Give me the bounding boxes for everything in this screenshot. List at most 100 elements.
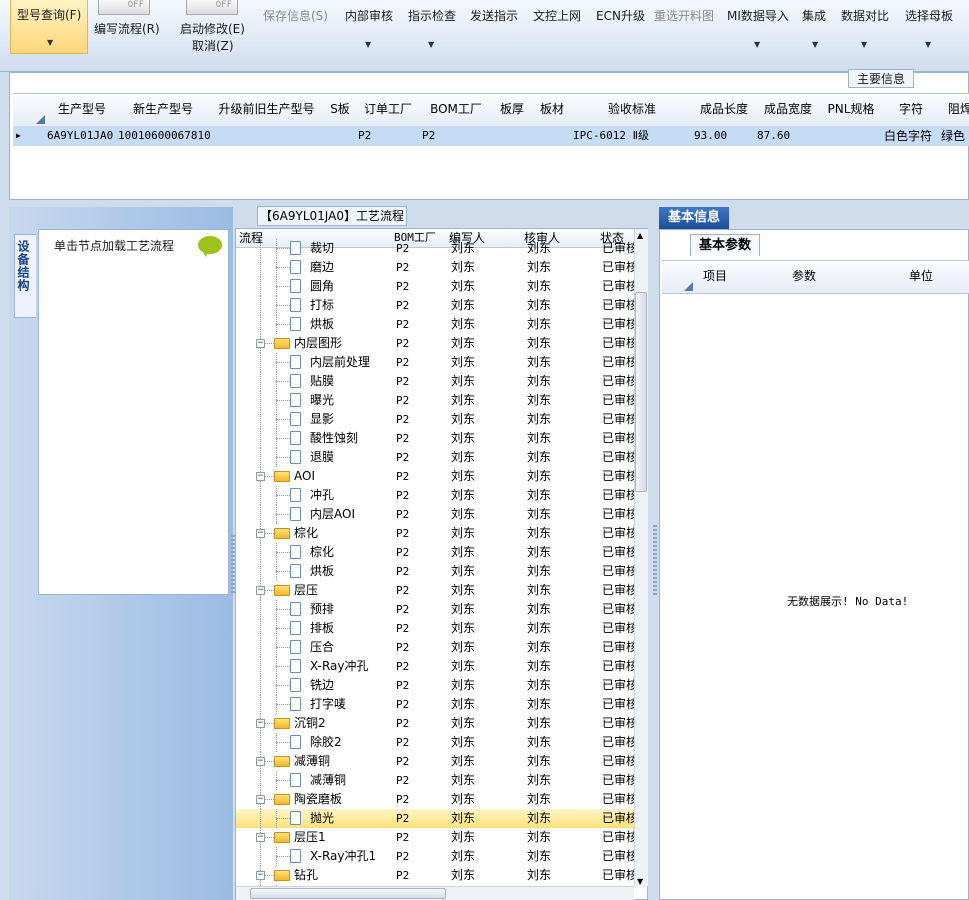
tree-row[interactable]: − AOI P2 刘东 刘东 已审核 (236, 467, 634, 486)
cell-model[interactable]: 6A9YL01JA0 (47, 126, 113, 146)
tree-row[interactable]: 铣边 P2 刘东 刘东 已审核 (236, 676, 634, 695)
cell-width[interactable]: 87.60 (757, 126, 790, 146)
tree-row[interactable]: 内层前处理 P2 刘东 刘东 已审核 (236, 353, 634, 372)
write-flow-button[interactable]: 编写流程(R) (94, 20, 160, 37)
col-header-old-model[interactable]: 升级前旧生产型号 (209, 93, 325, 127)
basic-params-tab[interactable]: 基本参数 (690, 234, 760, 256)
tree-row[interactable]: 烘板 P2 刘东 刘东 已审核 (236, 315, 634, 334)
tree-vertical-scroll-thumb[interactable] (635, 292, 647, 492)
tree-row[interactable]: 内层AOI P2 刘东 刘东 已审核 (236, 505, 634, 524)
equipment-tree[interactable] (38, 229, 229, 595)
process-flow-tab[interactable]: 【6A9YL01JA0】工艺流程 (257, 206, 407, 226)
cell-acceptance[interactable]: IPC-6012 Ⅱ级 (573, 126, 649, 146)
tree-row[interactable]: − 层压 P2 刘东 刘东 已审核 (236, 581, 634, 600)
col-header-length[interactable]: 成品长度 (692, 93, 757, 127)
cell-solder-mask[interactable]: 绿色 (941, 126, 965, 146)
collapse-icon[interactable]: − (256, 719, 265, 728)
ecn-upgrade-button[interactable]: ECN升级 (596, 7, 645, 24)
tree-row[interactable]: 圆角 P2 刘东 刘东 已审核 (236, 277, 634, 296)
tree-row[interactable]: − 减薄铜 P2 刘东 刘东 已审核 (236, 752, 634, 771)
start-edit-toggle[interactable]: OFF (186, 0, 238, 15)
chevron-down-icon[interactable]: ▼ (428, 40, 434, 49)
tree-row[interactable]: − 钻孔 P2 刘东 刘东 已审核 (236, 866, 634, 885)
tree-row[interactable]: 裁切 P2 刘东 刘东 已审核 (236, 239, 634, 258)
tree-row[interactable]: 酸性蚀刻 P2 刘东 刘东 已审核 (236, 429, 634, 448)
tree-row[interactable]: 压合 P2 刘东 刘东 已审核 (236, 638, 634, 657)
cell-new-model[interactable]: 10010600067810 (118, 126, 211, 146)
collapse-icon[interactable]: − (256, 833, 265, 842)
tree-row[interactable]: 打标 P2 刘东 刘东 已审核 (236, 296, 634, 315)
col-header-bom-factory[interactable]: BOM工厂 (420, 93, 493, 127)
col-header-chars[interactable]: 字符 (882, 93, 941, 127)
tree-row[interactable]: 棕化 P2 刘东 刘东 已审核 (236, 543, 634, 562)
collapse-icon[interactable]: − (256, 529, 265, 538)
collapse-icon[interactable]: − (256, 472, 265, 481)
col-header-acceptance[interactable]: 验收标准 (572, 93, 693, 127)
chevron-down-icon[interactable]: ▼ (925, 40, 931, 49)
collapse-icon[interactable]: − (256, 871, 265, 880)
col-header-material[interactable]: 板材 (532, 93, 573, 127)
tree-row[interactable]: X-Ray冲孔 P2 刘东 刘东 已审核 (236, 657, 634, 676)
tree-row[interactable]: − 沉铜2 P2 刘东 刘东 已审核 (236, 714, 634, 733)
col-header-thickness[interactable]: 板厚 (492, 93, 533, 127)
params-col-value[interactable]: 参数 (735, 260, 874, 294)
tree-row[interactable]: − 内层图形 P2 刘东 刘东 已审核 (236, 334, 634, 353)
chevron-down-icon[interactable]: ▼ (812, 40, 818, 49)
save-info-button[interactable]: 保存信息(S) (263, 7, 328, 24)
cell-order-factory[interactable]: P2 (358, 126, 371, 146)
chevron-down-icon[interactable]: ▼ (365, 40, 371, 49)
tree-row[interactable]: 贴膜 P2 刘东 刘东 已审核 (236, 372, 634, 391)
params-col-item[interactable]: 项目 (695, 260, 736, 294)
model-query-button[interactable]: 型号查询(F) ▼ (10, 0, 88, 54)
tree-row[interactable]: − 棕化 P2 刘东 刘东 已审核 (236, 524, 634, 543)
col-header-new-model[interactable]: 新生产型号 (117, 93, 210, 127)
doc-control-online-button[interactable]: 文控上网 (533, 7, 581, 24)
cell-length[interactable]: 93.00 (694, 126, 727, 146)
collapse-icon[interactable]: − (256, 757, 265, 766)
grid-corner[interactable] (13, 93, 48, 127)
col-header-width[interactable]: 成品宽度 (756, 93, 821, 127)
tree-row[interactable]: 除胶2 P2 刘东 刘东 已审核 (236, 733, 634, 752)
collapse-icon[interactable]: − (256, 795, 265, 804)
data-compare-button[interactable]: 数据对比 (841, 7, 889, 24)
scroll-down-icon[interactable]: ▼ (637, 877, 643, 886)
tree-row[interactable]: 冲孔 P2 刘东 刘东 已审核 (236, 486, 634, 505)
send-instruction-button[interactable]: 发送指示 (470, 7, 518, 24)
mi-data-import-button[interactable]: MI数据导入 (727, 7, 789, 24)
cell-chars[interactable]: 白色字符 (884, 126, 932, 146)
master-info-tab[interactable]: 主要信息 (848, 69, 914, 88)
tree-row[interactable]: − 陶瓷磨板 P2 刘东 刘东 已审核 (236, 790, 634, 809)
tree-row[interactable]: 抛光 P2 刘东 刘东 已审核 (236, 809, 634, 828)
params-grid-corner[interactable] (662, 260, 696, 294)
start-edit-button[interactable]: 启动修改(E) (180, 20, 245, 37)
col-header-s-board[interactable]: S板 (324, 93, 357, 127)
integration-button[interactable]: 集成 (802, 7, 826, 24)
col-header-order-factory[interactable]: 订单工厂 (356, 93, 421, 127)
chevron-down-icon[interactable]: ▼ (754, 40, 760, 49)
col-header-pnl[interactable]: PNL规格 (820, 93, 883, 127)
cell-bom-factory[interactable]: P2 (422, 126, 435, 146)
tree-row[interactable]: 减薄铜 P2 刘东 刘东 已审核 (236, 771, 634, 790)
tree-row[interactable]: 烘板 P2 刘东 刘东 已审核 (236, 562, 634, 581)
params-col-unit[interactable]: 单位 (873, 260, 969, 294)
chevron-down-icon[interactable]: ▼ (861, 40, 867, 49)
tree-row[interactable]: 磨边 P2 刘东 刘东 已审核 (236, 258, 634, 277)
basic-info-tab[interactable]: 基本信息 (659, 207, 729, 229)
col-header-solder-mask[interactable]: 阻焊 (940, 93, 969, 127)
scroll-up-icon[interactable]: ▲ (637, 231, 643, 240)
tree-row[interactable]: − 层压1 P2 刘东 刘东 已审核 (236, 828, 634, 847)
right-splitter-handle[interactable] (653, 525, 657, 595)
instruction-check-button[interactable]: 指示检查 (408, 7, 456, 24)
collapse-icon[interactable]: − (256, 586, 265, 595)
tree-row[interactable]: 排板 P2 刘东 刘东 已审核 (236, 619, 634, 638)
tree-row[interactable]: 预排 P2 刘东 刘东 已审核 (236, 600, 634, 619)
process-flow-tree[interactable]: 流程 BOM工厂 编写人 核审人 状态 裁切P2刘东刘东已审核磨边P2刘东刘东已… (235, 228, 648, 900)
cancel-button[interactable]: 取消(Z) (192, 37, 234, 54)
tree-row[interactable]: X-Ray冲孔1 P2 刘东 刘东 已审核 (236, 847, 634, 866)
tree-row[interactable]: 曝光 P2 刘东 刘东 已审核 (236, 391, 634, 410)
col-header-model[interactable]: 生产型号 (47, 93, 118, 127)
reselect-cutting-chart-button[interactable]: 重选开料图 (654, 7, 714, 24)
collapse-icon[interactable]: − (256, 339, 265, 348)
tree-row[interactable]: 显影 P2 刘东 刘东 已审核 (236, 410, 634, 429)
write-flow-toggle[interactable]: OFF (98, 0, 150, 15)
